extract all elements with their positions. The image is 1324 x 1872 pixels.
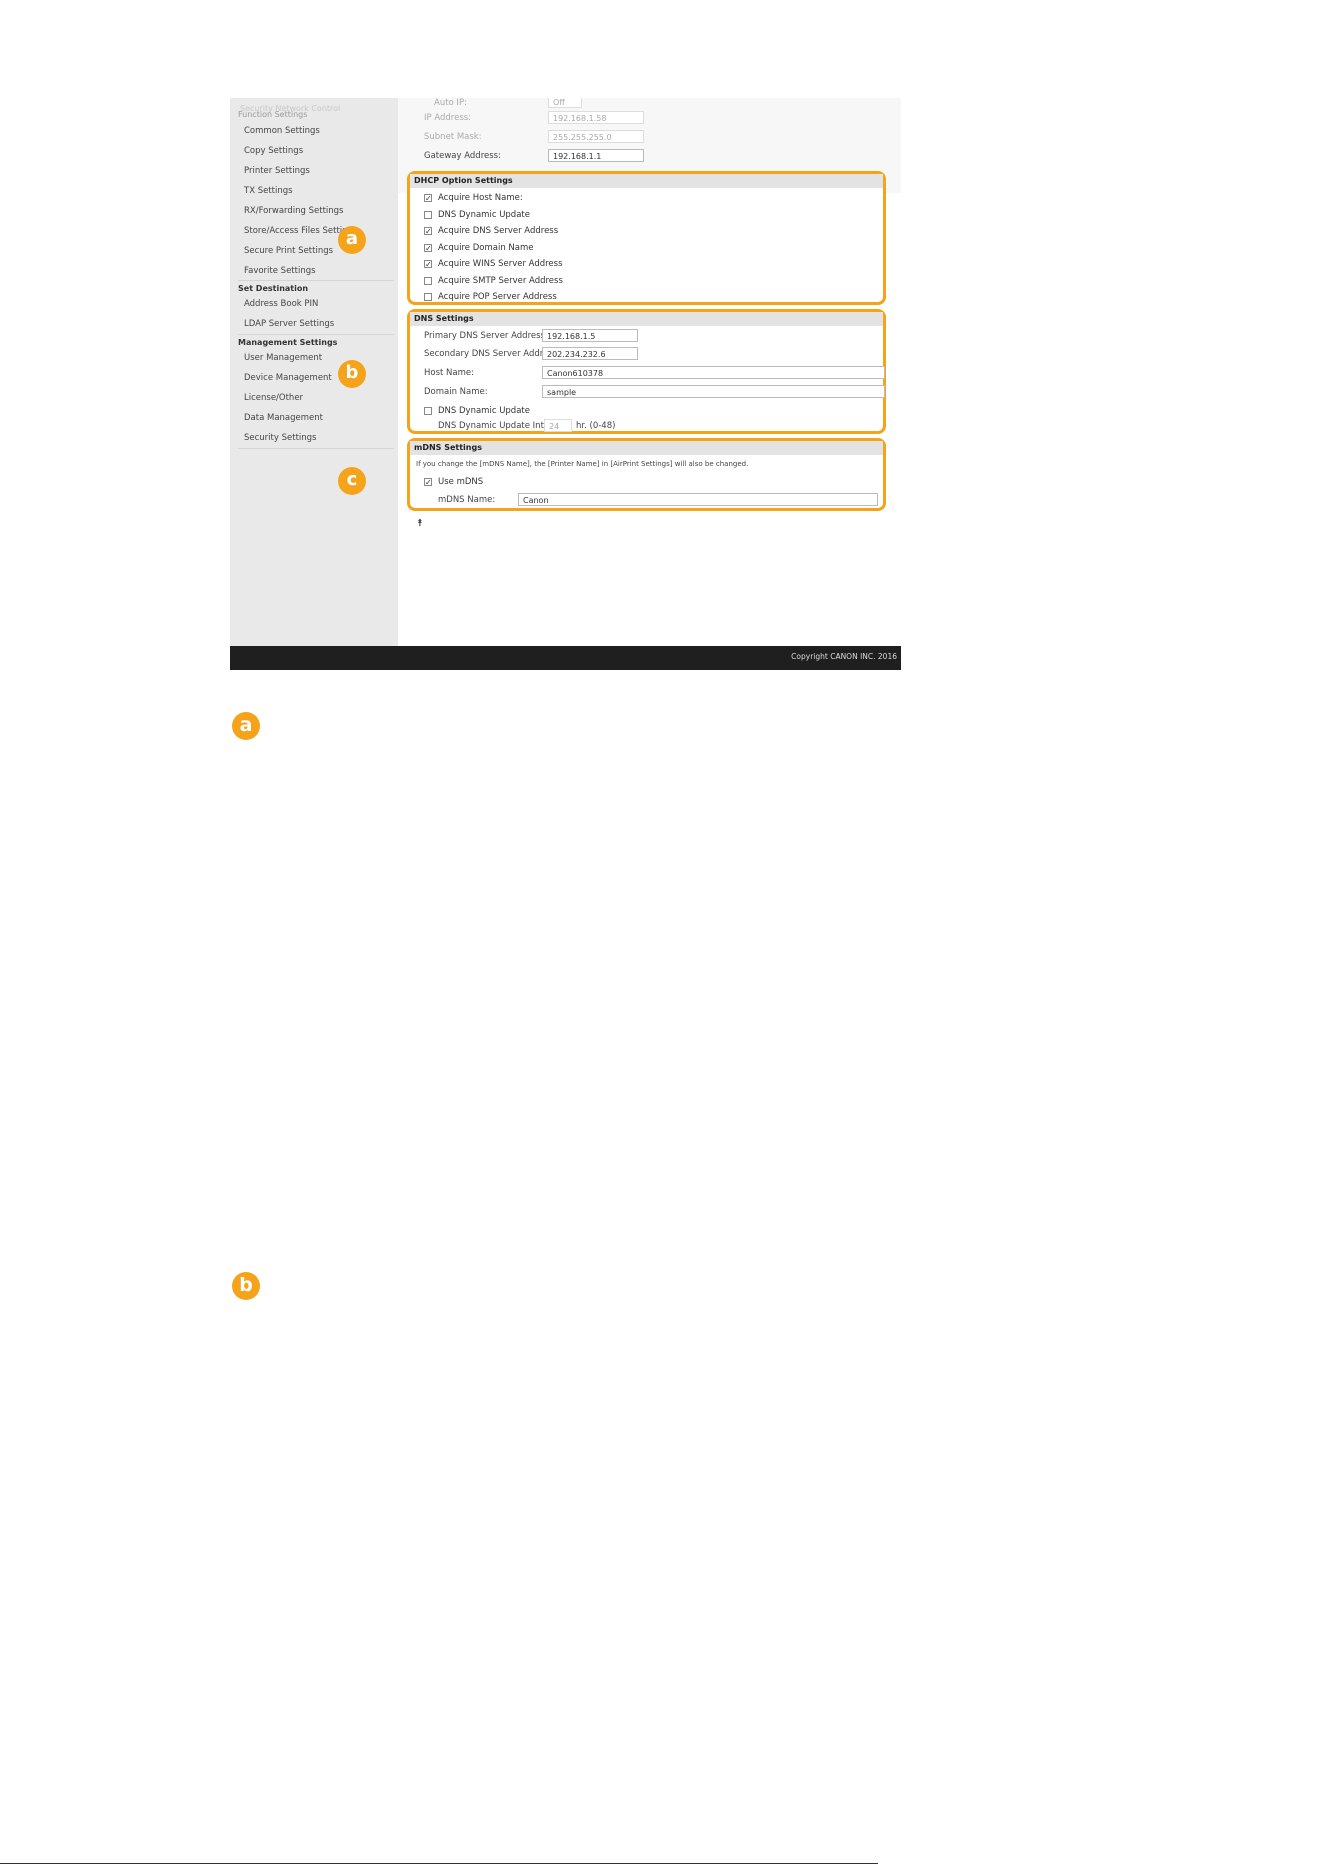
dhcp-option-dns-dynamic-update[interactable]: DNS Dynamic Update (424, 210, 530, 220)
auto-ip-label: Auto IP: (434, 98, 467, 108)
dhcp-option-acquire-domain-name[interactable]: ✓ Acquire Domain Name (424, 243, 533, 253)
primary-dns-label: Primary DNS Server Address: (424, 331, 548, 341)
screenshot: Security Network Control Function Settin… (230, 98, 901, 670)
checkbox-unchecked-icon[interactable] (424, 211, 432, 219)
checkbox-checked-icon[interactable]: ✓ (424, 244, 432, 253)
domain-name-field[interactable]: sample (542, 385, 885, 398)
secondary-dns-label: Secondary DNS Server Address: (424, 349, 561, 359)
dhcp-section-title: DHCP Option Settings (410, 174, 883, 188)
sidebar-item-secure-print[interactable]: Secure Print Settings (244, 246, 394, 256)
use-mdns-option[interactable]: ✓ Use mDNS (424, 477, 483, 487)
checkbox-checked-icon[interactable]: ✓ (424, 260, 432, 269)
checkbox-checked-icon[interactable]: ✓ (424, 478, 432, 487)
sidebar-item-security-settings[interactable]: Security Settings (244, 433, 394, 443)
dns-update-interval-field[interactable]: 24 (544, 419, 572, 432)
sidebar-header-management-settings: Management Settings (238, 338, 338, 347)
sidebar-header-set-destination: Set Destination (238, 284, 309, 293)
checkbox-unchecked-icon[interactable] (424, 407, 432, 415)
sidebar-item-copy-settings[interactable]: Copy Settings (244, 146, 394, 156)
sidebar-item-store-access-files[interactable]: Store/Access Files Settings (244, 226, 394, 236)
checkbox-unchecked-icon[interactable] (424, 277, 432, 285)
mdns-note: If you change the [mDNS Name], the [Prin… (416, 460, 749, 468)
mdns-name-field[interactable]: Canon (518, 493, 878, 506)
sidebar: Security Network Control Function Settin… (230, 98, 399, 646)
footer-bar: Copyright CANON INC. 2016 (230, 646, 901, 670)
dns-section-title: DNS Settings (410, 312, 883, 326)
back-to-top-icon[interactable]: ⯭ (417, 518, 423, 529)
sidebar-item-address-book-pin[interactable]: Address Book PIN (244, 299, 394, 309)
sidebar-divider (238, 334, 394, 335)
checkbox-checked-icon[interactable]: ✓ (424, 227, 432, 236)
dhcp-option-acquire-wins-server[interactable]: ✓ Acquire WINS Server Address (424, 259, 563, 269)
sidebar-item-rx-forwarding-settings[interactable]: RX/Forwarding Settings (244, 206, 394, 216)
copyright-text: Copyright CANON INC. 2016 (791, 652, 897, 661)
sidebar-item-user-management[interactable]: User Management (244, 353, 394, 363)
callout-marker-b: b (232, 1272, 260, 1300)
page-bottom-rule (0, 1863, 878, 1864)
sidebar-divider (238, 448, 394, 449)
callout-badge-c: c (338, 467, 366, 495)
primary-dns-field[interactable]: 192.168.1.5 (542, 329, 638, 342)
sidebar-item-data-management[interactable]: Data Management (244, 413, 394, 423)
sidebar-item-common-settings[interactable]: Common Settings (244, 126, 394, 136)
dhcp-option-acquire-host-name[interactable]: ✓ Acquire Host Name: (424, 193, 523, 203)
sidebar-item-favorite-settings[interactable]: Favorite Settings (244, 266, 394, 276)
sidebar-item-license-other[interactable]: License/Other (244, 393, 394, 403)
host-name-label: Host Name: (424, 368, 474, 378)
callout-marker-a: a (232, 712, 260, 740)
sidebar-item-tx-settings[interactable]: TX Settings (244, 186, 394, 196)
subnet-mask-label: Subnet Mask: (424, 132, 482, 142)
callout-badge-a: a (338, 226, 366, 254)
mdns-settings-section: mDNS Settings If you change the [mDNS Na… (407, 438, 886, 511)
dns-settings-section: DNS Settings Primary DNS Server Address:… (407, 309, 886, 434)
gateway-address-field[interactable]: 192.168.1.1 (548, 149, 644, 162)
host-name-field[interactable]: Canon610378 (542, 366, 885, 379)
mdns-name-label: mDNS Name: (438, 495, 496, 505)
callout-badge-b: b (338, 360, 366, 388)
gateway-address-label: Gateway Address: (424, 151, 501, 161)
sidebar-item-printer-settings[interactable]: Printer Settings (244, 166, 394, 176)
secondary-dns-field[interactable]: 202.234.232.6 (542, 347, 638, 360)
domain-name-label: Domain Name: (424, 387, 488, 397)
sidebar-header-function-settings: Function Settings (238, 110, 308, 119)
ip-address-label: IP Address: (424, 113, 472, 123)
auto-ip-select[interactable]: Off (548, 98, 582, 108)
checkbox-checked-icon[interactable]: ✓ (424, 194, 432, 203)
subnet-mask-field[interactable]: 255.255.255.0 (548, 130, 644, 143)
sidebar-item-device-management[interactable]: Device Management (244, 373, 394, 383)
dhcp-option-acquire-pop-server[interactable]: Acquire POP Server Address (424, 292, 557, 302)
dns-dynamic-update-option[interactable]: DNS Dynamic Update (424, 406, 530, 416)
ip-address-field[interactable]: 192.168.1.58 (548, 111, 644, 124)
sidebar-item-ldap-server[interactable]: LDAP Server Settings (244, 319, 394, 329)
dhcp-option-settings-section: DHCP Option Settings ✓ Acquire Host Name:… (407, 171, 886, 305)
dns-update-interval-unit: hr. (0-48) (576, 421, 616, 431)
dhcp-option-acquire-smtp-server[interactable]: Acquire SMTP Server Address (424, 276, 563, 286)
dhcp-option-acquire-dns-server[interactable]: ✓ Acquire DNS Server Address (424, 226, 558, 236)
mdns-section-title: mDNS Settings (410, 441, 883, 455)
checkbox-unchecked-icon[interactable] (424, 293, 432, 301)
sidebar-divider (238, 280, 394, 281)
